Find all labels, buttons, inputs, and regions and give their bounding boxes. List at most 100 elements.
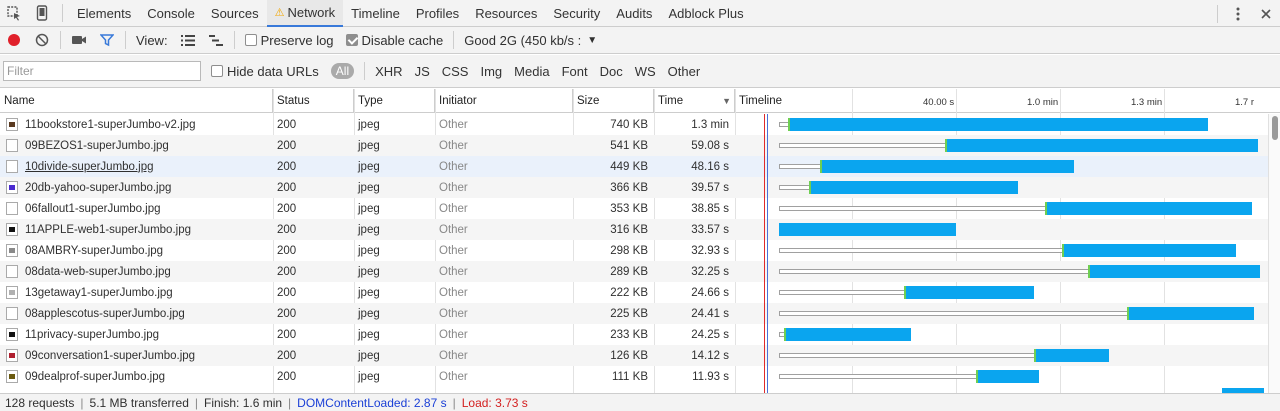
- checkbox-icon[interactable]: [244, 34, 257, 46]
- timeline-waiting-bar: [779, 269, 1088, 274]
- record-button[interactable]: [0, 27, 28, 54]
- tab-elements[interactable]: Elements: [69, 0, 139, 27]
- table-row[interactable]: 11privacy-superJumbo.jpg 200 jpeg Other 233 …: [0, 324, 1268, 345]
- request-name-cell[interactable]: 20db-yahoo-superJumbo.jpg: [0, 177, 273, 198]
- scrollbar-thumb[interactable]: [1272, 116, 1278, 140]
- tab-audits[interactable]: Audits: [608, 0, 660, 27]
- checkbox-checked-icon[interactable]: [345, 34, 358, 46]
- column-header-size[interactable]: Size: [573, 89, 654, 113]
- clear-icon[interactable]: [28, 27, 56, 54]
- filter-type-js[interactable]: JS: [415, 64, 430, 79]
- inspect-element-icon[interactable]: [0, 0, 28, 27]
- table-row[interactable]: 09dealprof-superJumbo.jpg 200 jpeg Other 111…: [0, 366, 1268, 387]
- tab-sources[interactable]: Sources: [203, 0, 267, 27]
- sort-descending-icon: ▼: [722, 96, 731, 106]
- request-size-cell: 225 KB: [610, 307, 648, 320]
- tab-label: Security: [553, 5, 601, 21]
- table-row[interactable]: 06fallout1-superJumbo.jpg 200 jpeg Other 353…: [0, 198, 1268, 219]
- disable-cache-checkbox[interactable]: Disable cache: [345, 33, 443, 48]
- filter-icon[interactable]: [93, 27, 121, 54]
- filter-type-css[interactable]: CSS: [442, 64, 469, 79]
- tab-resources[interactable]: Resources: [467, 0, 545, 27]
- column-header-status[interactable]: Status: [273, 89, 354, 113]
- column-header-time[interactable]: Time ▼: [654, 89, 735, 113]
- large-rows-icon[interactable]: [174, 27, 202, 54]
- capture-screenshots-icon[interactable]: [65, 27, 93, 54]
- request-time-cell: 59.08 s: [691, 139, 729, 152]
- preserve-log-checkbox[interactable]: Preserve log: [244, 33, 334, 48]
- column-header-timeline[interactable]: Timeline: [735, 89, 1280, 113]
- request-name-cell[interactable]: 08applescotus-superJumbo.jpg: [0, 303, 273, 324]
- request-initiator-cell: Other: [439, 244, 468, 257]
- image-file-icon: [6, 307, 18, 320]
- table-row[interactable]: 11APPLE-web1-superJumbo.jpg 200 jpeg Other 3…: [0, 219, 1268, 240]
- filter-type-doc[interactable]: Doc: [600, 64, 623, 79]
- table-row[interactable]: 10divide-superJumbo.jpg 200 jpeg Other 449 K…: [0, 156, 1268, 177]
- request-name-cell[interactable]: 08AMBRY-superJumbo.jpg: [0, 240, 273, 261]
- table-row[interactable]: 08data-web-superJumbo.jpg 200 jpeg Other 289…: [0, 261, 1268, 282]
- filter-type-ws[interactable]: WS: [635, 64, 656, 79]
- request-name-cell[interactable]: 09conversation1-superJumbo.jpg: [0, 345, 273, 366]
- request-name-cell[interactable]: 13getaway1-superJumbo.jpg: [0, 282, 273, 303]
- vertical-scrollbar[interactable]: [1268, 114, 1280, 393]
- request-name-cell[interactable]: 09dealprof-superJumbo.jpg: [0, 366, 273, 387]
- table-row[interactable]: 08AMBRY-superJumbo.jpg 200 jpeg Other 298 KB…: [0, 240, 1268, 261]
- tab-security[interactable]: Security: [545, 0, 608, 27]
- load-time: Load: 3.73 s: [461, 395, 528, 410]
- request-name-cell[interactable]: 11bookstore1-superJumbo-v2.jpg: [0, 114, 273, 135]
- timeline-waiting-bar: [779, 290, 904, 295]
- column-header-name[interactable]: Name: [0, 89, 273, 113]
- filter-type-xhr[interactable]: XHR: [375, 64, 402, 79]
- request-type-cell: jpeg: [358, 223, 380, 236]
- close-icon[interactable]: [1252, 0, 1280, 27]
- table-row[interactable]: 09BEZOS1-superJumbo.jpg 200 jpeg Other 541 K…: [0, 135, 1268, 156]
- request-name-cell[interactable]: 11APPLE-web1-superJumbo.jpg: [0, 219, 273, 240]
- filter-type-media[interactable]: Media: [514, 64, 549, 79]
- request-status-cell: 200: [277, 349, 297, 362]
- tab-network[interactable]: ⚠ Network: [266, 0, 344, 27]
- request-name-cell[interactable]: 09BEZOS1-superJumbo.jpg: [0, 135, 273, 156]
- filter-type-font[interactable]: Font: [562, 64, 588, 79]
- more-options-icon[interactable]: [1224, 0, 1252, 27]
- tab-label: Adblock Plus: [668, 5, 744, 21]
- request-initiator-cell: Other: [439, 307, 468, 320]
- tab-profiles[interactable]: Profiles: [408, 0, 467, 27]
- checkbox-icon[interactable]: [211, 65, 223, 77]
- request-name-cell[interactable]: 10divide-superJumbo.jpg: [0, 156, 273, 177]
- request-time-cell: 24.66 s: [691, 286, 729, 299]
- request-size-cell: 222 KB: [610, 286, 648, 299]
- tab-timeline[interactable]: Timeline: [343, 0, 408, 27]
- image-file-icon: [6, 286, 18, 299]
- throttling-select[interactable]: Good 2G (450 kb/s : ▼: [464, 33, 597, 48]
- column-header-type[interactable]: Type: [354, 89, 435, 113]
- device-mode-icon[interactable]: [28, 0, 56, 27]
- request-name-cell[interactable]: 11privacy-superJumbo.jpg: [0, 324, 273, 345]
- filter-input[interactable]: [3, 61, 201, 81]
- tabbar-right-controls: [1211, 0, 1280, 27]
- column-header-initiator[interactable]: Initiator: [435, 89, 573, 113]
- table-row[interactable]: 13getaway1-superJumbo.jpg 200 jpeg Other 222…: [0, 282, 1268, 303]
- request-time-cell: 14.12 s: [691, 349, 729, 362]
- toolbar-divider: [453, 31, 455, 49]
- timeline-waiting-bar: [779, 185, 809, 190]
- overview-icon[interactable]: [202, 27, 230, 54]
- filter-type-other[interactable]: Other: [668, 64, 701, 79]
- timeline-waiting-bar: [779, 311, 1128, 316]
- tab-console[interactable]: Console: [139, 0, 203, 27]
- hide-data-urls-checkbox[interactable]: Hide data URLs: [211, 64, 319, 79]
- table-row[interactable]: 08applescotus-superJumbo.jpg 200 jpeg Other…: [0, 303, 1268, 324]
- request-size-cell: 449 KB: [610, 160, 648, 173]
- table-header: Name Status Type Initiator Size Time ▼ Ti…: [0, 89, 1280, 113]
- table-row[interactable]: 11bookstore1-superJumbo-v2.jpg 200 jpeg Oth…: [0, 114, 1268, 135]
- request-size-cell: 366 KB: [610, 181, 648, 194]
- table-row[interactable]: 20db-yahoo-superJumbo.jpg 200 jpeg Other 366…: [0, 177, 1268, 198]
- request-size-cell: 233 KB: [610, 328, 648, 341]
- filter-type-img[interactable]: Img: [480, 64, 502, 79]
- tabbar-divider: [1217, 4, 1218, 23]
- filter-type-all[interactable]: All: [330, 63, 355, 79]
- timeline-waiting-bar: [779, 122, 788, 127]
- tab-adblock-plus[interactable]: Adblock Plus: [660, 0, 751, 27]
- request-name-cell[interactable]: 08data-web-superJumbo.jpg: [0, 261, 273, 282]
- request-name-cell[interactable]: 06fallout1-superJumbo.jpg: [0, 198, 273, 219]
- table-row[interactable]: 09conversation1-superJumbo.jpg 200 jpeg Oth…: [0, 345, 1268, 366]
